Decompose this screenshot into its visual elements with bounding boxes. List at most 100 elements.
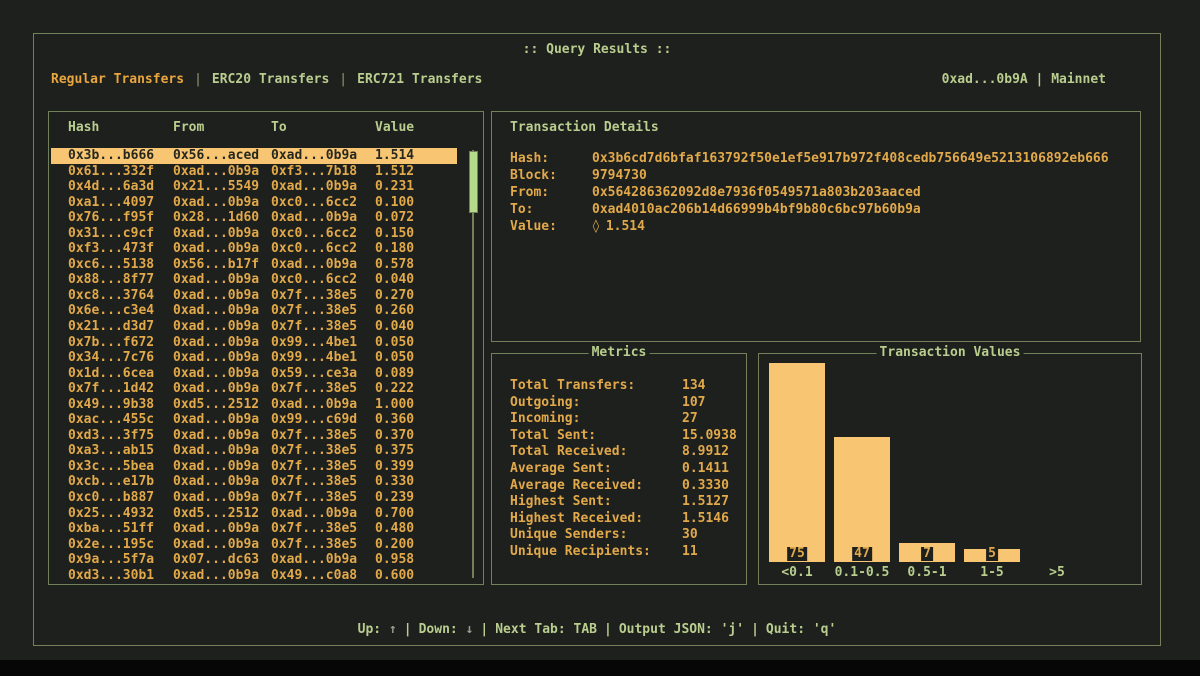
table-row[interactable]: 0xa1...40970xad...0b9a0xc0...6cc20.100 xyxy=(51,195,457,211)
table-row[interactable]: 0xac...455c0xad...0b9a0x99...c69d0.360 xyxy=(51,412,457,428)
chart-category-label: 1-5 xyxy=(964,565,1020,580)
tab-bar: Regular Transfers|ERC20 Transfers|ERC721… xyxy=(51,72,482,87)
table-cell: 1.514 xyxy=(375,148,457,164)
table-cell: 0xad...0b9a xyxy=(173,164,271,180)
table-row[interactable]: 0x7f...1d420xad...0b9a0x7f...38e50.222 xyxy=(51,381,457,397)
table-row[interactable]: 0xba...51ff0xad...0b9a0x7f...38e50.480 xyxy=(51,521,457,537)
table-row[interactable]: 0x3b...b6660x56...aced0xad...0b9a1.514 xyxy=(51,148,457,164)
table-cell: 0xad...0b9a xyxy=(173,521,271,537)
metric-value: 107 xyxy=(682,395,705,412)
metric-label: Unique Senders: xyxy=(510,527,682,544)
table-cell: 0xad...0b9a xyxy=(173,474,271,490)
details-field: From:0x564286362092d8e7936f0549571a803b2… xyxy=(510,184,1132,201)
table-cell: 0.089 xyxy=(375,366,457,382)
table-row[interactable]: 0x4d...6a3d0x21...55490xad...0b9a0.231 xyxy=(51,179,457,195)
chart-category-label: <0.1 xyxy=(769,565,825,580)
table-cell: 0.050 xyxy=(375,335,457,351)
table-cell: 0.578 xyxy=(375,257,457,273)
table-cell: 0xad...0b9a xyxy=(173,241,271,257)
tab-separator: | xyxy=(339,72,347,87)
table-row[interactable]: 0xc6...51380x56...b17f0xad...0b9a0.578 xyxy=(51,257,457,273)
table-row[interactable]: 0x25...49320xd5...25120xad...0b9a0.700 xyxy=(51,506,457,522)
eth-icon: ◊ xyxy=(592,218,600,235)
tab-erc20-transfers[interactable]: ERC20 Transfers xyxy=(212,72,329,87)
table-cell: 0xc0...b887 xyxy=(68,490,173,506)
table-cell: 0.360 xyxy=(375,412,457,428)
chart-bar-value-label: 5 xyxy=(986,547,998,561)
table-cell: 0x7f...38e5 xyxy=(271,490,375,506)
table-cell: 0.180 xyxy=(375,241,457,257)
table-row[interactable]: 0xf3...473f0xad...0b9a0xc0...6cc20.180 xyxy=(51,241,457,257)
details-title: Transaction Details xyxy=(492,112,1140,135)
table-cell: 0xad...0b9a xyxy=(173,428,271,444)
column-header-from: From xyxy=(173,120,271,135)
table-cell: 0xad...0b9a xyxy=(173,288,271,304)
table-row[interactable]: 0xd3...3f750xad...0b9a0x7f...38e50.370 xyxy=(51,428,457,444)
table-cell: 1.000 xyxy=(375,397,457,413)
metric-item: Unique Recipients:11 xyxy=(510,544,740,561)
table-cell: 0xad...0b9a xyxy=(173,459,271,475)
table-row[interactable]: 0x2e...195c0xad...0b9a0x7f...38e50.200 xyxy=(51,537,457,553)
scrollbar-track[interactable] xyxy=(472,150,474,578)
table-row[interactable]: 0xa3...ab150xad...0b9a0x7f...38e50.375 xyxy=(51,443,457,459)
table-cell: 0xad...0b9a xyxy=(173,335,271,351)
scrollbar-thumb[interactable] xyxy=(469,151,478,213)
chart-bar: 5 xyxy=(964,549,1020,562)
table-cell: 0x7f...38e5 xyxy=(271,521,375,537)
window-bottom-edge xyxy=(0,660,1200,676)
table-row[interactable]: 0x34...7c760xad...0b9a0x99...4be10.050 xyxy=(51,350,457,366)
metric-item: Average Received:0.3330 xyxy=(510,478,740,495)
table-row[interactable]: 0x3c...5bea0xad...0b9a0x7f...38e50.399 xyxy=(51,459,457,475)
chart-category-label: 0.1-0.5 xyxy=(834,565,890,580)
table-cell: 0xc0...6cc2 xyxy=(271,241,375,257)
table-cell: 0x7f...38e5 xyxy=(271,288,375,304)
table-row[interactable]: 0x1d...6cea0xad...0b9a0x59...ce3a0.089 xyxy=(51,366,457,382)
details-field: Value:◊1.514 xyxy=(510,218,1132,235)
chart-bar: 47 xyxy=(834,437,890,562)
table-row[interactable]: 0xc0...b8870xad...0b9a0x7f...38e50.239 xyxy=(51,490,457,506)
table-cell: 0.480 xyxy=(375,521,457,537)
table-cell: 0.040 xyxy=(375,319,457,335)
table-row[interactable]: 0xd3...30b10xad...0b9a0x49...c0a80.600 xyxy=(51,568,457,584)
table-row[interactable]: 0x6e...c3e40xad...0b9a0x7f...38e50.260 xyxy=(51,303,457,319)
hint-separator: | xyxy=(751,622,759,637)
table-row[interactable]: 0xc8...37640xad...0b9a0x7f...38e50.270 xyxy=(51,288,457,304)
app-window: :: Query Results :: Regular Transfers|ER… xyxy=(33,33,1161,646)
table-cell: 0xad...0b9a xyxy=(173,366,271,382)
tab-erc721-transfers[interactable]: ERC721 Transfers xyxy=(357,72,482,87)
details-field-label: From: xyxy=(510,184,592,201)
hint-label: Up: xyxy=(358,622,389,637)
table-cell: 0xad...0b9a xyxy=(271,210,375,226)
table-row[interactable]: 0x76...f95f0x28...1d600xad...0b9a0.072 xyxy=(51,210,457,226)
table-cell: 0x56...aced xyxy=(173,148,271,164)
table-row[interactable]: 0x7b...f6720xad...0b9a0x99...4be10.050 xyxy=(51,335,457,351)
metric-value: 30 xyxy=(682,527,698,544)
table-cell: 0xad...0b9a xyxy=(173,319,271,335)
table-cell: 0x6e...c3e4 xyxy=(68,303,173,319)
metric-item: Total Transfers:134 xyxy=(510,378,740,395)
tab-regular-transfers[interactable]: Regular Transfers xyxy=(51,72,184,87)
table-cell: 0xac...455c xyxy=(68,412,173,428)
chart-bars: 754775 xyxy=(769,362,1085,562)
account-network-label: 0xad...0b9A | Mainnet xyxy=(942,72,1106,87)
metric-value: 134 xyxy=(682,378,705,395)
table-row[interactable]: 0x49...9b380xd5...25120xad...0b9a1.000 xyxy=(51,397,457,413)
table-cell: 0.200 xyxy=(375,537,457,553)
table-cell: 0x7f...38e5 xyxy=(271,443,375,459)
page-title: :: Query Results :: xyxy=(34,42,1160,57)
metric-item: Total Sent:15.0938 xyxy=(510,428,740,445)
table-row[interactable]: 0x61...332f0xad...0b9a0xf3...7b181.512 xyxy=(51,164,457,180)
table-cell: 0x7f...38e5 xyxy=(271,303,375,319)
table-row[interactable]: 0xcb...e17b0xad...0b9a0x7f...38e50.330 xyxy=(51,474,457,490)
table-cell: 0xad...0b9a xyxy=(173,272,271,288)
table-cell: 1.512 xyxy=(375,164,457,180)
table-row[interactable]: 0x88...8f770xad...0b9a0xc0...6cc20.040 xyxy=(51,272,457,288)
hint-label: Down: xyxy=(419,622,466,637)
details-field: Hash:0x3b6cd7d6bfaf163792f50e1ef5e917b97… xyxy=(510,150,1132,167)
table-row[interactable]: 0x31...c9cf0xad...0b9a0xc0...6cc20.150 xyxy=(51,226,457,242)
table-row[interactable]: 0x9a...5f7a0x07...dc630xad...0b9a0.958 xyxy=(51,552,457,568)
table-cell: 0.260 xyxy=(375,303,457,319)
table-cell: 0xcb...e17b xyxy=(68,474,173,490)
table-row[interactable]: 0x21...d3d70xad...0b9a0x7f...38e50.040 xyxy=(51,319,457,335)
keyboard-hints-bar: Up: ↑|Down: ↓|Next Tab: TAB|Output JSON:… xyxy=(34,622,1160,637)
